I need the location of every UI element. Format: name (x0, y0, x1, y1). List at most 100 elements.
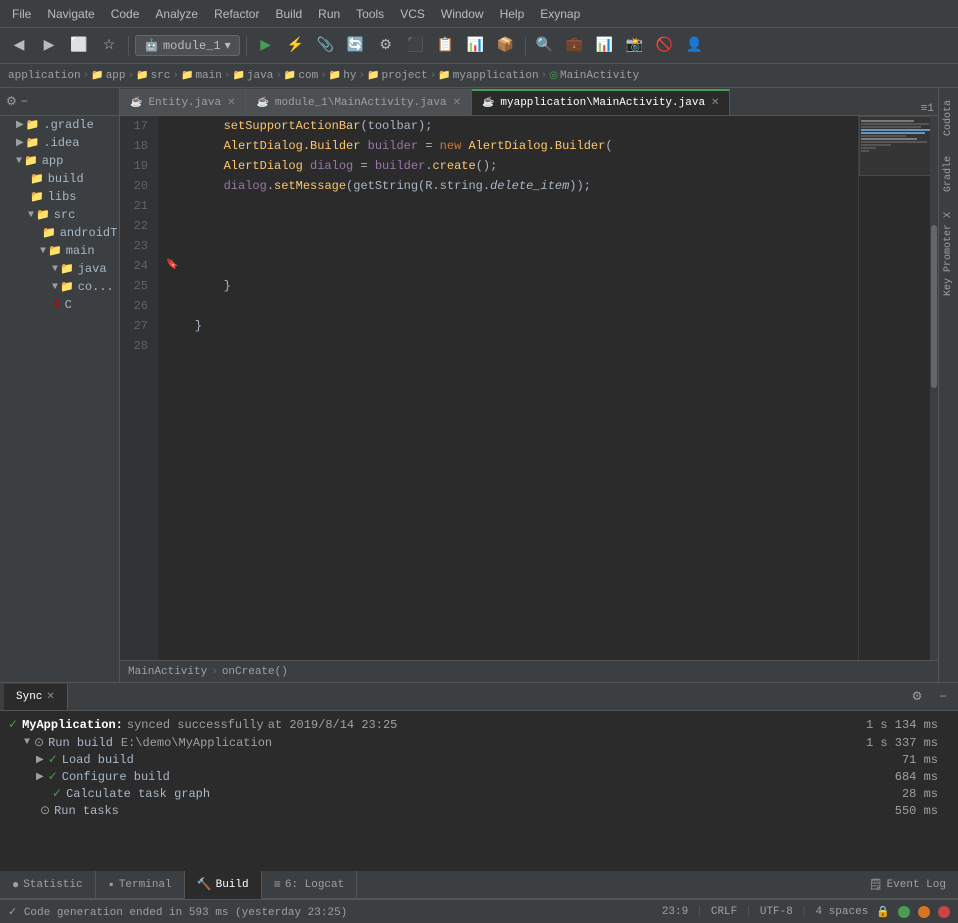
tree-item-libs[interactable]: 📁 libs (0, 188, 119, 206)
breadcrumb-item-com[interactable]: 📁 com (284, 70, 318, 82)
android-icon: 🤖 (144, 38, 159, 53)
toolbar-extra2[interactable]: 📊 (592, 33, 618, 59)
menu-vcs[interactable]: VCS (392, 3, 433, 25)
sync-row-runbuild: ▼ ⊙ Run build E:\demo\MyApplication 1 s … (0, 734, 958, 751)
menu-window[interactable]: Window (433, 3, 492, 25)
line-28: 28 (120, 336, 152, 356)
sync-tab[interactable]: Sync ✕ (4, 684, 68, 710)
panel-minus-icon[interactable]: − (21, 95, 28, 109)
scrollbar-thumb[interactable] (931, 225, 937, 388)
account-button[interactable]: 👤 (682, 33, 708, 59)
panel-minus-button[interactable]: − (932, 686, 954, 708)
status-indent[interactable]: 4 spaces (815, 906, 868, 918)
tool3-button[interactable]: 📦 (493, 33, 519, 59)
vertical-scrollbar[interactable] (930, 116, 938, 660)
menu-help[interactable]: Help (492, 3, 533, 25)
breadcrumb-item-application[interactable]: application (8, 70, 81, 82)
gradle-sync-button[interactable]: 🔄 (343, 33, 369, 59)
tree-item-android[interactable]: 📁 androidT... (0, 224, 119, 242)
tool2-button[interactable]: 📊 (463, 33, 489, 59)
status-crlf[interactable]: CRLF (711, 906, 737, 918)
menu-run[interactable]: Run (310, 3, 348, 25)
toolbar-separator-3 (525, 36, 526, 56)
tab-myapp-mainactivity[interactable]: ☕ myapplication\MainActivity.java ✕ (472, 89, 730, 115)
sync-tab-close[interactable]: ✕ (46, 691, 54, 703)
breadcrumb-item-main[interactable]: 📁 main (181, 70, 222, 82)
gradle-execute-button[interactable]: ⚙ (373, 33, 399, 59)
breadcrumb-item-mainactivity[interactable]: ◎ MainActivity (549, 70, 639, 82)
stop-button[interactable]: ⬛ (403, 33, 429, 59)
configure-check-icon: ✓ (48, 769, 58, 784)
breadcrumb-item-hy[interactable]: 📁 hy (329, 70, 357, 82)
sidebar-tab-codota[interactable]: Codota (941, 92, 956, 144)
line-23: 23 (120, 236, 152, 256)
run-button[interactable]: ▶ (253, 33, 279, 59)
tree-item-co[interactable]: ▼📁 co... (0, 278, 119, 296)
bookmark-button[interactable]: ☆ (96, 33, 122, 59)
mini-map-text (861, 120, 936, 156)
debug-button[interactable]: ⚡ (283, 33, 309, 59)
tree-item-java[interactable]: ▼📁 java (0, 260, 119, 278)
menu-exynap[interactable]: Exynap (532, 3, 588, 25)
toolbar-extra4[interactable]: 🚫 (652, 33, 678, 59)
tree-item-build[interactable]: 📁 build (0, 170, 119, 188)
tree-item-mainactivity-file[interactable]: C C (0, 296, 119, 314)
forward-button[interactable]: ▶ (36, 33, 62, 59)
status-charset[interactable]: UTF-8 (760, 906, 793, 918)
nav-tab-build[interactable]: 🔨 Build (185, 871, 262, 899)
breadcrumb-sep-1: › (83, 70, 90, 82)
panel-settings-button[interactable]: ⚙ (906, 686, 928, 708)
expand-configure-icon[interactable]: ▶ (8, 771, 44, 783)
breadcrumb-item-src[interactable]: 📁 src (136, 70, 170, 82)
structure-class[interactable]: MainActivity (128, 666, 207, 678)
panel-gear-icon[interactable]: ⚙ (6, 94, 17, 109)
status-position[interactable]: 23:9 (662, 906, 688, 918)
tree-item-gradle[interactable]: ▶📁 .gradle (0, 116, 119, 134)
nav-tab-terminal[interactable]: ▪ Terminal (96, 871, 185, 899)
menu-navigate[interactable]: Navigate (39, 3, 102, 25)
tree-item-src[interactable]: ▼📁 src (0, 206, 119, 224)
sidebar-tab-keypromoter[interactable]: Key Promoter X (941, 204, 956, 304)
toolbar-extra3[interactable]: 📸 (622, 33, 648, 59)
menu-refactor[interactable]: Refactor (206, 3, 267, 25)
event-log-button[interactable]: 🗒 Event Log (857, 871, 958, 899)
tab-myapp-close[interactable]: ✕ (711, 97, 719, 109)
code-editor[interactable]: 17 18 19 20 21 22 23 24 25 26 27 28 setS… (120, 116, 938, 660)
expand-runbuild-icon[interactable]: ▼ (8, 737, 30, 748)
back-button[interactable]: ◀ (6, 33, 32, 59)
menu-build[interactable]: Build (267, 3, 310, 25)
expand-loadbuild-icon[interactable]: ▶ (8, 754, 44, 766)
attach-button[interactable]: 📎 (313, 33, 339, 59)
sync-tab-label: Sync (16, 691, 42, 703)
tree-item-main[interactable]: ▼📁 main (0, 242, 119, 260)
tab-module-mainactivity[interactable]: ☕ module_1\MainActivity.java ✕ (246, 89, 471, 115)
tab-entity-close[interactable]: ✕ (227, 97, 235, 109)
breadcrumb-item-java[interactable]: 📁 java (232, 70, 273, 82)
code-content[interactable]: setSupportActionBar(toolbar); AlertDialo… (158, 116, 858, 660)
sidebar-tab-gradle[interactable]: Gradle (941, 148, 956, 200)
tree-item-app[interactable]: ▼📁 app (0, 152, 119, 170)
menu-tools[interactable]: Tools (348, 3, 392, 25)
line-26: 26 (120, 296, 152, 316)
tool1-button[interactable]: 📋 (433, 33, 459, 59)
breadcrumb-item-app[interactable]: 📁 app (91, 70, 125, 82)
toolbar-extra1[interactable]: 💼 (562, 33, 588, 59)
structure-method[interactable]: onCreate() (222, 666, 288, 678)
tab-module-close[interactable]: ✕ (453, 97, 461, 109)
menu-file[interactable]: File (4, 3, 39, 25)
menu-code[interactable]: Code (103, 3, 148, 25)
runbuild-duration: 1 s 337 ms (866, 736, 950, 750)
home-button[interactable]: ⬜ (66, 33, 92, 59)
tree-item-idea[interactable]: ▶📁 .idea (0, 134, 119, 152)
module-dropdown-arrow: ▾ (225, 38, 231, 53)
sync-row-configure: ▶ ✓ Configure build 684 ms (0, 768, 958, 785)
module-selector[interactable]: 🤖 module_1 ▾ (135, 35, 240, 56)
breadcrumb-item-project[interactable]: 📁 project (367, 70, 428, 82)
menu-analyze[interactable]: Analyze (147, 3, 206, 25)
nav-tab-logcat[interactable]: ≡ 6: Logcat (262, 871, 358, 899)
panel-controls: ⚙ − (906, 686, 954, 708)
search-button[interactable]: 🔍 (532, 33, 558, 59)
tab-entity-java[interactable]: ☕ Entity.java ✕ (120, 89, 246, 115)
nav-tab-statistic[interactable]: ● Statistic (0, 871, 96, 899)
breadcrumb-item-myapplication[interactable]: 📁 myapplication (438, 70, 538, 82)
